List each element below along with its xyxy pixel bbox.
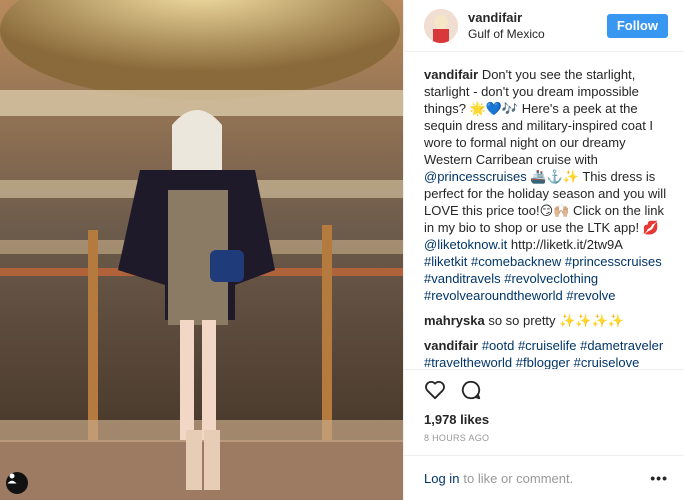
comment-icon[interactable] — [460, 379, 482, 406]
photo-scene — [0, 0, 403, 500]
comment: vandifair #ootd #cruiselife #dametravele… — [424, 337, 668, 369]
login-link[interactable]: Log in — [424, 471, 459, 486]
mention-link[interactable]: @princesscruises — [424, 169, 527, 184]
location[interactable]: Gulf of Mexico — [468, 26, 607, 42]
comment-text: http://liketk.it/2tw9A — [507, 237, 626, 252]
comment-text: Don't you see the starlight, starlight -… — [424, 67, 657, 167]
post-time: 8 HOURS AGO — [424, 433, 490, 443]
comment: mahryska so so pretty ✨✨✨✨ — [424, 312, 668, 329]
username[interactable]: vandifair — [468, 10, 607, 26]
action-icons — [424, 378, 668, 406]
comment-text: so so pretty ✨✨✨✨ — [488, 313, 624, 328]
header-text: vandifair Gulf of Mexico — [468, 10, 607, 42]
actions-bar: 1,978 likes 8 HOURS AGO — [404, 369, 684, 455]
comment-user[interactable]: vandifair — [424, 338, 478, 353]
caption: vandifair Don't you see the starlight, s… — [424, 66, 668, 304]
post-header: vandifair Gulf of Mexico Follow — [404, 0, 684, 52]
hashtags[interactable]: #liketkit #comebacknew #princesscruises … — [424, 254, 665, 303]
avatar[interactable] — [424, 8, 458, 43]
mention-link[interactable]: @liketoknow.it — [424, 237, 507, 252]
login-bar: Log in to like or comment. ••• — [404, 455, 684, 500]
more-icon[interactable]: ••• — [650, 470, 668, 486]
heart-icon[interactable] — [424, 380, 446, 405]
post-sidebar: vandifair Gulf of Mexico Follow vandifai… — [403, 0, 684, 500]
comment-user[interactable]: vandifair — [424, 67, 478, 82]
follow-button[interactable]: Follow — [606, 13, 668, 38]
instagram-post: vandifair Gulf of Mexico Follow vandifai… — [0, 0, 684, 500]
login-text: to like or comment. — [463, 470, 574, 486]
person-tag-icon[interactable] — [6, 472, 28, 494]
post-photo[interactable] — [0, 0, 403, 500]
likes-count[interactable]: 1,978 likes — [424, 412, 668, 427]
comment-user[interactable]: mahryska — [424, 313, 485, 328]
comments-list: vandifair Don't you see the starlight, s… — [404, 52, 684, 369]
